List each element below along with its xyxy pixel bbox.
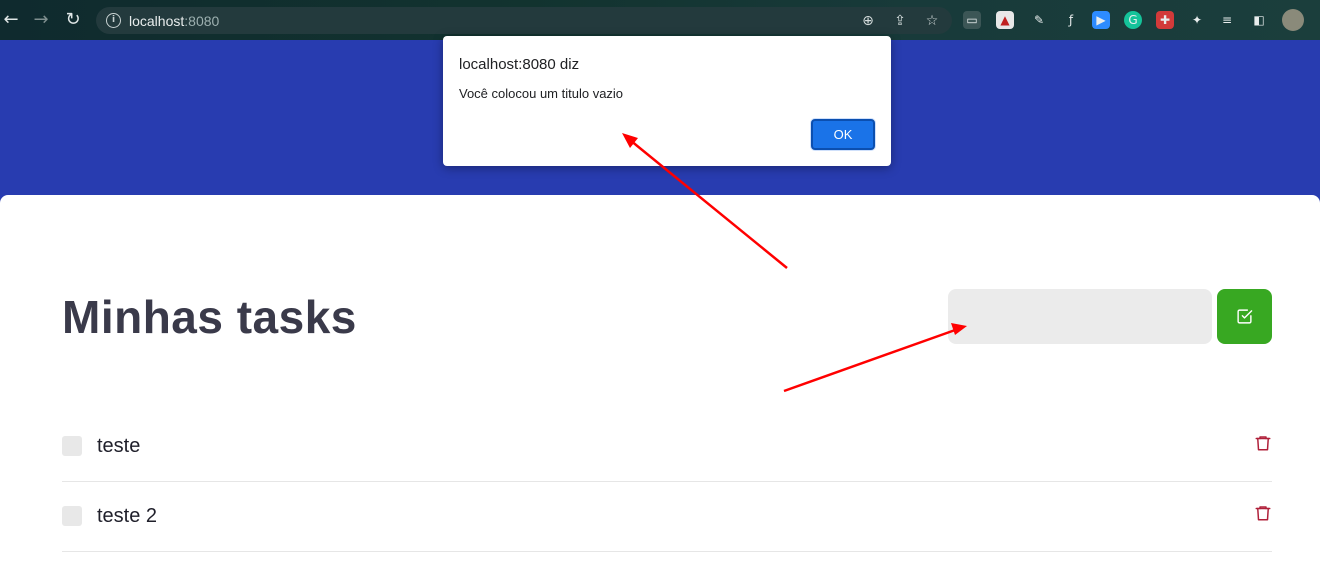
- trash-icon[interactable]: [1254, 433, 1272, 453]
- sidebar-icon[interactable]: ◧: [1250, 11, 1268, 29]
- dialog-message: Você colocou um titulo vazio: [459, 86, 624, 101]
- alert-dialog: localhost:8080 diz Você colocou um titul…: [443, 36, 891, 166]
- task-label: teste: [97, 435, 141, 457]
- url-host: localhost: [129, 13, 185, 29]
- zoom-icon[interactable]: ⊕: [858, 11, 878, 31]
- share-icon[interactable]: ⇪: [890, 11, 910, 31]
- grammarly-icon[interactable]: G: [1124, 11, 1142, 29]
- browser-toolbar: ← → ↻ i localhost:8080 ⊕ ⇪ ☆ ▭ ▲ ✎ ƒ ▶ G…: [0, 0, 1320, 40]
- page-title: Minhas tasks: [62, 291, 357, 343]
- profile-avatar[interactable]: [1282, 9, 1304, 31]
- dialog-title: localhost:8080 diz: [459, 56, 580, 73]
- address-bar[interactable]: i localhost:8080 ⊕ ⇪ ☆: [96, 7, 952, 34]
- task-title-input[interactable]: [948, 289, 1212, 344]
- star-icon[interactable]: ☆: [922, 11, 942, 31]
- url-text: localhost:8080: [129, 13, 219, 29]
- back-arrow-icon[interactable]: ←: [0, 9, 22, 31]
- task-label: teste 2: [97, 505, 158, 527]
- extension-icon[interactable]: ✚: [1156, 11, 1174, 29]
- cast-icon[interactable]: ▭: [963, 11, 981, 29]
- task-item: teste 2: [62, 482, 1272, 552]
- url-port: :8080: [184, 13, 220, 29]
- forward-arrow-icon[interactable]: →: [30, 9, 52, 31]
- trash-icon[interactable]: [1254, 503, 1272, 523]
- reading-list-icon[interactable]: ≡: [1218, 11, 1236, 29]
- zoom-app-icon[interactable]: ▶: [1092, 11, 1110, 29]
- add-task-button[interactable]: [1217, 289, 1272, 344]
- check-square-icon: [1237, 309, 1253, 324]
- reload-icon[interactable]: ↻: [62, 9, 84, 31]
- pen-icon[interactable]: ✎: [1030, 11, 1048, 29]
- task-checkbox[interactable]: [62, 436, 82, 456]
- puzzle-icon[interactable]: ✦: [1188, 11, 1206, 29]
- task-item: teste: [62, 412, 1272, 482]
- task-checkbox[interactable]: [62, 506, 82, 526]
- ok-button[interactable]: OK: [811, 119, 875, 150]
- extension-red-icon[interactable]: ▲: [996, 11, 1014, 29]
- formula-icon[interactable]: ƒ: [1062, 11, 1080, 29]
- info-icon[interactable]: i: [106, 13, 121, 28]
